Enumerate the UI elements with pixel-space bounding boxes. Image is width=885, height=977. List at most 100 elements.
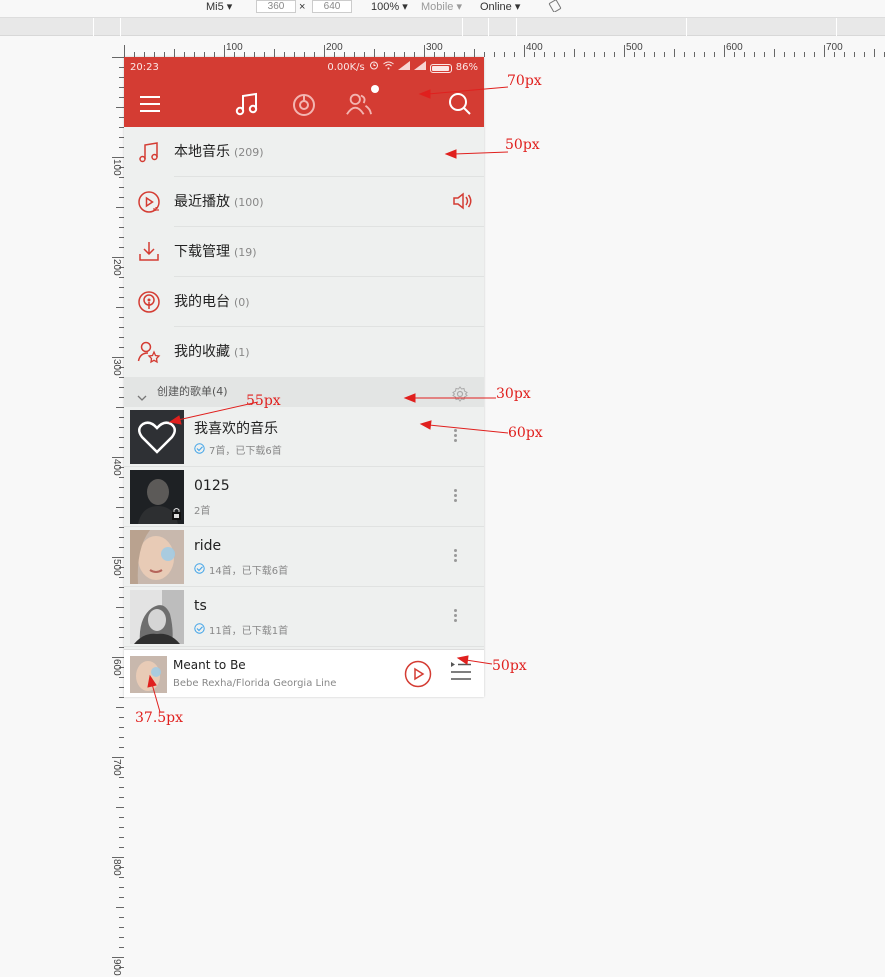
annotation-label: 60px — [508, 425, 543, 441]
heart-icon — [130, 410, 184, 464]
playlist-subtitle: 11首，已下载1首 — [209, 626, 289, 637]
rotate-icon[interactable] — [548, 0, 562, 16]
mobile-select[interactable]: Mobile ▾ — [421, 0, 462, 16]
ruler-label: 200 — [326, 42, 343, 53]
annotation-label: 37.5px — [135, 710, 184, 726]
menu-item-radio[interactable]: 我的电台 (0) — [124, 277, 484, 327]
created-playlists-header[interactable]: 创建的歌单(4) — [124, 377, 484, 407]
wifi-icon — [382, 57, 394, 79]
playlist-cover — [130, 590, 184, 644]
signal-icon-2 — [413, 57, 426, 79]
radio-icon — [137, 290, 161, 314]
playlist-item[interactable]: ts 11首，已下载1首 — [124, 587, 484, 647]
section-title: 创建的歌单(4) — [157, 385, 228, 398]
status-time: 20:23 — [130, 62, 159, 73]
online-select[interactable]: Online ▾ — [480, 0, 520, 16]
menu-count: (0) — [234, 296, 250, 309]
menu-item-downloads[interactable]: 下载管理 (19) — [124, 227, 484, 277]
annotation-label: 50px — [505, 137, 540, 153]
ruler-label: 600 — [726, 42, 743, 53]
more-vertical-icon[interactable] — [454, 609, 458, 624]
more-vertical-icon[interactable] — [454, 429, 458, 444]
annotation-label: 70px — [507, 73, 542, 89]
menu-label: 本地音乐 — [174, 144, 230, 160]
search-icon[interactable] — [447, 91, 473, 117]
width-input[interactable]: 360 — [256, 0, 296, 13]
horizontal-ruler: 100 200 300 400 500 600 700 — [124, 40, 885, 57]
playlist-item[interactable]: 0125 2首 — [124, 467, 484, 527]
menu-label: 最近播放 — [174, 194, 230, 210]
now-playing-cover — [130, 656, 167, 693]
mini-player[interactable]: Meant to Be Bebe Rexha/Florida Georgia L… — [124, 649, 484, 697]
playlist-name: 0125 — [194, 478, 230, 494]
play-button[interactable] — [404, 660, 432, 692]
playlist-item[interactable]: ride 14首，已下载6首 — [124, 527, 484, 587]
downloaded-check-icon — [194, 442, 205, 457]
favorite-user-icon — [137, 340, 161, 364]
devtools-toolbar: Mi5 ▾ 360 × 640 100% ▾ Mobile ▾ Online ▾ — [0, 0, 885, 18]
menu-icon[interactable] — [137, 91, 163, 117]
playlist-subtitle: 2首 — [194, 506, 211, 517]
ruler-label: 700 — [111, 759, 122, 776]
vertical-ruler: 100 200 300 400 500 600 700 800 900 — [105, 57, 124, 977]
zoom-select[interactable]: 100% ▾ — [371, 0, 408, 16]
menu-count: (19) — [234, 246, 257, 259]
ruler-label: 900 — [111, 959, 122, 976]
more-vertical-icon[interactable] — [454, 489, 458, 504]
device-select[interactable]: Mi5 ▾ — [206, 0, 232, 16]
speaker-icon — [452, 191, 474, 215]
more-vertical-icon[interactable] — [454, 549, 458, 564]
ruler-label: 700 — [826, 42, 843, 53]
battery-percent: 86% — [455, 62, 478, 73]
ruler-label: 500 — [111, 559, 122, 576]
alarm-icon — [369, 57, 379, 79]
downloaded-check-icon — [194, 562, 205, 577]
ruler-label: 200 — [111, 259, 122, 276]
net-speed: 0.00K/s — [327, 62, 365, 73]
online-label: Online — [480, 1, 512, 13]
ruler-label: 800 — [111, 859, 122, 876]
menu-item-recent-play[interactable]: 最近播放 (100) — [124, 177, 484, 227]
annotation-label: 55px — [246, 393, 281, 409]
menu-item-local-music[interactable]: 本地音乐 (209) — [124, 127, 484, 177]
music-tab-icon[interactable] — [234, 91, 260, 117]
ruler-label: 300 — [111, 359, 122, 376]
discover-tab-icon[interactable] — [291, 91, 317, 117]
friends-tab-icon[interactable] — [346, 91, 372, 117]
annotation-label: 30px — [496, 386, 531, 402]
menu-label: 下载管理 — [174, 244, 230, 260]
playlist-cover — [130, 410, 184, 464]
now-playing-artist: Bebe Rexha/Florida Georgia Line — [173, 678, 337, 689]
playlist-name: ts — [194, 598, 207, 614]
menu-label: 我的电台 — [174, 294, 230, 310]
ruler-label: 100 — [226, 42, 243, 53]
menu-label: 我的收藏 — [174, 344, 230, 360]
menu-item-favorites[interactable]: 我的收藏 (1) — [124, 327, 484, 377]
annotation-label: 50px — [492, 658, 527, 674]
ruler-label: 500 — [626, 42, 643, 53]
dimension-separator: × — [299, 1, 306, 13]
ruler-label: 600 — [111, 659, 122, 676]
phone-screen: 20:23 0.00K/s 86% 本地音乐 (209) 最近播放 (100) … — [124, 57, 484, 697]
height-input[interactable]: 640 — [312, 0, 352, 13]
playlist-cover — [130, 530, 184, 584]
playlist-item[interactable]: 我喜欢的音乐 7首，已下载6首 — [124, 407, 484, 467]
playlist-name: ride — [194, 538, 222, 554]
top-navigation — [124, 79, 484, 127]
menu-count: (209) — [234, 146, 264, 159]
download-icon — [137, 240, 161, 264]
mobile-label: Mobile — [421, 1, 454, 13]
recent-play-icon — [137, 190, 161, 214]
menu-count: (100) — [234, 196, 264, 209]
ruler-label: 400 — [526, 42, 543, 53]
notification-dot — [371, 85, 379, 93]
menu-count: (1) — [234, 346, 250, 359]
playlist-subtitle: 14首，已下载6首 — [209, 566, 289, 577]
status-bar: 20:23 0.00K/s 86% — [124, 57, 484, 79]
playlist-queue-icon[interactable] — [450, 661, 472, 687]
media-query-bar — [0, 18, 885, 36]
ruler-label: 400 — [111, 459, 122, 476]
device-label: Mi5 — [206, 1, 224, 13]
ruler-label: 300 — [426, 42, 443, 53]
now-playing-title: Meant to Be — [173, 658, 246, 672]
